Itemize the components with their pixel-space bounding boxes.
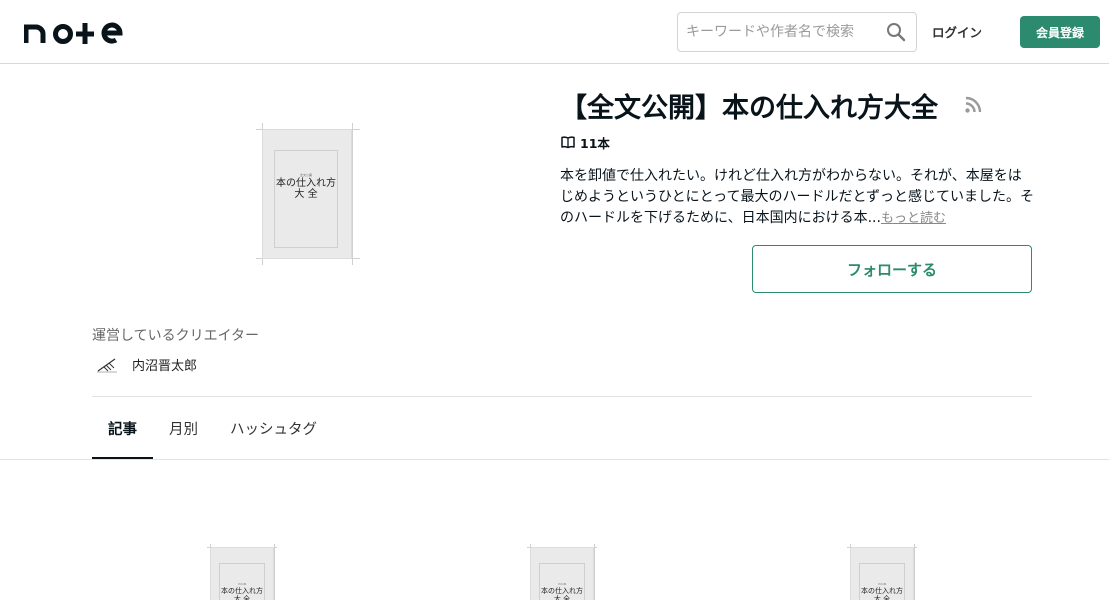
- description-text: 本を卸値で仕入れたい。けれど仕入れ方がわからない。それが、本屋をはじめようという…: [560, 168, 1035, 226]
- article-count-value: 11本: [580, 135, 610, 151]
- tab-hashtags[interactable]: ハッシュタグ: [214, 397, 333, 459]
- thumb-subtitle: 全文公開: [237, 584, 246, 586]
- follow-button[interactable]: フォローする: [752, 245, 1032, 293]
- thumb-subtitle: 全文公開: [877, 584, 886, 586]
- tab-monthly[interactable]: 月別: [153, 397, 214, 459]
- article-thumbnail[interactable]: 全文公開 本の仕入れ方大 全: [527, 544, 597, 600]
- cover-title: 本の仕入れ方 大 全: [276, 178, 336, 200]
- article-thumbnail[interactable]: 全文公開 本の仕入れ方大 全: [207, 544, 277, 600]
- thumb-title: 本の仕入れ方大 全: [541, 587, 583, 600]
- signup-button[interactable]: 会員登録: [1020, 16, 1100, 48]
- rss-icon[interactable]: [964, 96, 982, 114]
- thumb-title: 本の仕入れ方大 全: [861, 587, 903, 600]
- magazine-description: 本を卸値で仕入れたい。けれど仕入れ方がわからない。それが、本屋をはじめようという…: [560, 166, 1035, 229]
- site-header: note ログイン 会員登録: [0, 0, 1109, 64]
- magazine-title: 【全文公開】本の仕入れ方大全: [560, 93, 938, 124]
- content-tabs: 記事 月別 ハッシュタグ: [92, 397, 333, 459]
- search-icon[interactable]: [886, 22, 906, 42]
- search-input[interactable]: [678, 13, 874, 51]
- article-thumbnail[interactable]: 全文公開 本の仕入れ方大 全: [847, 544, 917, 600]
- creators-heading: 運営しているクリエイター: [92, 328, 260, 344]
- tab-articles[interactable]: 記事: [92, 397, 153, 459]
- cover-subtitle: 全文公開: [299, 173, 312, 177]
- tabs-border: [0, 459, 1109, 460]
- avatar: [97, 358, 117, 373]
- article-count: 11本: [561, 133, 610, 151]
- thumb-title: 本の仕入れ方大 全: [221, 587, 263, 600]
- thumb-subtitle: 全文公開: [557, 584, 566, 586]
- search-box: [677, 12, 917, 52]
- note-logo[interactable]: note: [24, 19, 124, 45]
- magazine-cover: 全文公開 本の仕入れ方 大 全: [256, 123, 360, 265]
- creator-name: 内沼晋太郎: [132, 358, 198, 374]
- read-more-link[interactable]: もっと読む: [881, 211, 946, 226]
- book-icon: [561, 136, 575, 149]
- creator-item[interactable]: 内沼晋太郎: [96, 354, 197, 374]
- login-link[interactable]: ログイン: [932, 22, 982, 41]
